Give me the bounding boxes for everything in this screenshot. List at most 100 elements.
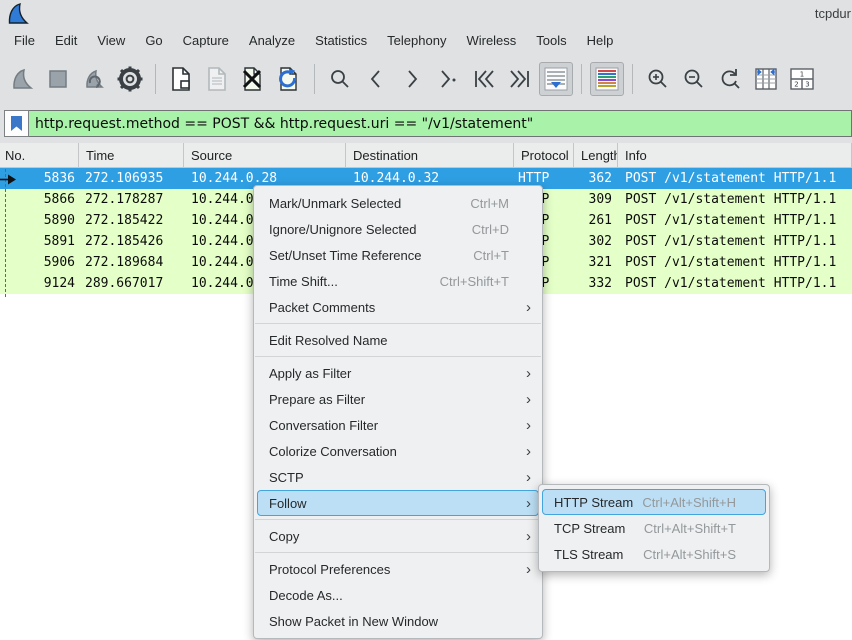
- menubar-item-help[interactable]: Help: [577, 30, 624, 51]
- open-file-button[interactable]: [164, 62, 198, 96]
- chevron-left-icon: [365, 68, 387, 90]
- cell-time: 272.185426: [79, 231, 184, 252]
- zoom-reset-button[interactable]: [713, 62, 747, 96]
- stop-capture-button[interactable]: [41, 62, 75, 96]
- cell-no: 5906: [0, 252, 79, 273]
- column-header-no[interactable]: No.: [0, 143, 79, 167]
- go-forward-button[interactable]: [395, 62, 429, 96]
- menubar-item-wireless[interactable]: Wireless: [456, 30, 526, 51]
- menu-item-sctp[interactable]: SCTP ›: [257, 464, 539, 490]
- filter-bookmark-button[interactable]: [4, 110, 29, 137]
- close-file-button[interactable]: [236, 62, 270, 96]
- submenu-arrow-icon: ›: [518, 445, 531, 458]
- reload-file-button[interactable]: [272, 62, 306, 96]
- menu-item-conversation-filter[interactable]: Conversation Filter ›: [257, 412, 539, 438]
- menu-separator: [255, 323, 541, 324]
- restart-capture-button[interactable]: [77, 62, 111, 96]
- menu-item-http-stream[interactable]: HTTP Stream Ctrl+Alt+Shift+H ›: [542, 489, 766, 515]
- column-header-protocol[interactable]: Protocol: [514, 143, 574, 167]
- stop-square-icon: [45, 66, 71, 92]
- menu-item-decode-as[interactable]: Decode As... ›: [257, 582, 539, 608]
- column-header-info[interactable]: Info: [618, 143, 852, 167]
- cell-info: POST /v1/statement HTTP/1.1: [618, 168, 852, 189]
- go-first-packet-button[interactable]: [467, 62, 501, 96]
- menu-item-ignore-unignore-selected[interactable]: Ignore/Unignore Selected Ctrl+D ›: [257, 216, 539, 242]
- menu-item-tcp-stream[interactable]: TCP Stream Ctrl+Alt+Shift+T ›: [542, 515, 766, 541]
- menu-separator: [255, 356, 541, 357]
- menubar-item-go[interactable]: Go: [135, 30, 172, 51]
- shark-fin-icon: [9, 66, 35, 92]
- auto-scroll-button[interactable]: [539, 62, 573, 96]
- close-file-icon: [240, 66, 266, 92]
- menubar-item-edit[interactable]: Edit: [45, 30, 87, 51]
- menu-item-mark-unmark-selected[interactable]: Mark/Unmark Selected Ctrl+M ›: [257, 190, 539, 216]
- cell-time: 272.189684: [79, 252, 184, 273]
- menubar-item-telephony[interactable]: Telephony: [377, 30, 456, 51]
- open-file-icon: [169, 66, 193, 92]
- menu-item-time-shift[interactable]: Time Shift... Ctrl+Shift+T ›: [257, 268, 539, 294]
- submenu-arrow-icon: ›: [518, 497, 531, 510]
- menu-item-prepare-as-filter[interactable]: Prepare as Filter ›: [257, 386, 539, 412]
- display-filter-input[interactable]: [29, 110, 852, 137]
- column-header-length[interactable]: Length: [574, 143, 618, 167]
- toolbar-separator: [314, 64, 315, 94]
- shortcut-label: Ctrl+M: [470, 196, 509, 211]
- menu-item-tls-stream[interactable]: TLS Stream Ctrl+Alt+Shift+S ›: [542, 541, 766, 567]
- menubar-item-analyze[interactable]: Analyze: [239, 30, 305, 51]
- display-filter-bar: [0, 104, 852, 143]
- column-header-destination[interactable]: Destination: [346, 143, 514, 167]
- menu-item-packet-comments[interactable]: Packet Comments ›: [257, 294, 539, 320]
- menu-item-copy[interactable]: Copy ›: [257, 523, 539, 549]
- toolbar-separator: [632, 64, 633, 94]
- zoom-in-icon: [646, 67, 670, 91]
- menu-item-follow[interactable]: Follow ›: [257, 490, 539, 516]
- search-icon: [328, 67, 352, 91]
- menubar-item-tools[interactable]: Tools: [526, 30, 576, 51]
- menu-item-colorize-conversation[interactable]: Colorize Conversation ›: [257, 438, 539, 464]
- gear-icon: [116, 65, 144, 93]
- submenu-arrow-icon: ›: [518, 563, 531, 576]
- submenu-arrow-icon: ›: [518, 367, 531, 380]
- zoom-in-button[interactable]: [641, 62, 675, 96]
- shortcut-label: Ctrl+Alt+Shift+S: [643, 547, 736, 562]
- save-file-button[interactable]: [200, 62, 234, 96]
- menu-item-set-unset-time-reference[interactable]: Set/Unset Time Reference Ctrl+T ›: [257, 242, 539, 268]
- cell-time: 272.106935: [79, 168, 184, 189]
- go-back-button[interactable]: [359, 62, 393, 96]
- resize-columns-button[interactable]: [749, 62, 783, 96]
- layout-1-2-3-button[interactable]: 123: [785, 62, 819, 96]
- menu-item-show-packet-in-new-window[interactable]: Show Packet in New Window ›: [257, 608, 539, 634]
- menu-item-edit-resolved-name[interactable]: Edit Resolved Name ›: [257, 327, 539, 353]
- column-header-time[interactable]: Time: [79, 143, 184, 167]
- menu-item-protocol-preferences[interactable]: Protocol Preferences ›: [257, 556, 539, 582]
- double-chevron-last-icon: [507, 68, 533, 90]
- menu-item-apply-as-filter[interactable]: Apply as Filter ›: [257, 360, 539, 386]
- menubar-item-view[interactable]: View: [87, 30, 135, 51]
- cell-info: POST /v1/statement HTTP/1.1: [618, 189, 852, 210]
- colorize-packets-button[interactable]: [590, 62, 624, 96]
- cell-no: 5891: [0, 231, 79, 252]
- shortcut-label: Ctrl+Shift+T: [440, 274, 509, 289]
- menubar-item-capture[interactable]: Capture: [173, 30, 239, 51]
- go-to-packet-button[interactable]: [431, 62, 465, 96]
- capture-options-button[interactable]: [113, 62, 147, 96]
- cell-info: POST /v1/statement HTTP/1.1: [618, 210, 852, 231]
- start-capture-button[interactable]: [5, 62, 39, 96]
- menubar-item-statistics[interactable]: Statistics: [305, 30, 377, 51]
- cell-length: 321: [574, 252, 618, 273]
- zoom-out-icon: [682, 67, 706, 91]
- chevron-right-dot-icon: [436, 68, 460, 90]
- find-packet-button[interactable]: [323, 62, 357, 96]
- go-last-packet-button[interactable]: [503, 62, 537, 96]
- svg-text:2: 2: [794, 81, 798, 89]
- toolbar-separator: [155, 64, 156, 94]
- window-title: tcpdur: [815, 0, 851, 27]
- shortcut-label: Ctrl+Alt+Shift+H: [642, 495, 736, 510]
- cell-length: 302: [574, 231, 618, 252]
- submenu-arrow-icon: ›: [518, 301, 531, 314]
- packet-context-menu: Mark/Unmark Selected Ctrl+M › Ignore/Uni…: [253, 185, 543, 639]
- column-header-source[interactable]: Source: [184, 143, 346, 167]
- menubar-item-file[interactable]: File: [4, 30, 45, 51]
- zoom-out-button[interactable]: [677, 62, 711, 96]
- selected-packet-arrow-icon: [0, 173, 17, 186]
